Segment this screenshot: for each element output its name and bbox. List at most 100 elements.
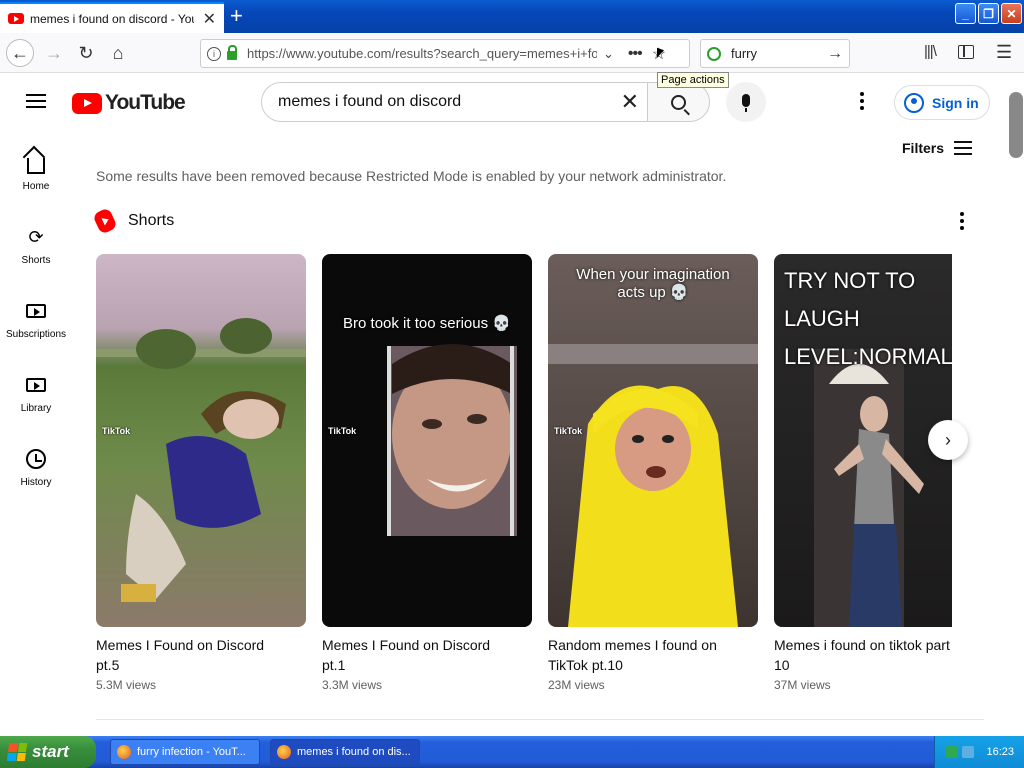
maximize-button[interactable]: ❐ [978, 3, 999, 24]
clock[interactable]: 16:23 [986, 746, 1014, 758]
volume-icon[interactable] [962, 746, 975, 758]
chevron-right-icon: › [945, 429, 951, 450]
account-icon [904, 92, 924, 113]
page-scrollbar[interactable] [1008, 74, 1024, 736]
section-divider [96, 719, 984, 720]
short-thumbnail[interactable]: Bro took it too serious 💀 TikTok [322, 254, 532, 627]
taskbar-item[interactable]: furry infection - YouT... [110, 739, 260, 765]
guide-item-shorts[interactable]: ⟳ Shorts [0, 212, 72, 286]
home-button[interactable]: ⌂ [104, 39, 132, 67]
thumbnail-art [548, 344, 758, 627]
sign-in-label: Sign in [932, 94, 979, 111]
home-icon [25, 152, 47, 174]
short-thumbnail[interactable]: TikTok [96, 254, 306, 627]
arrow-left-icon: ← [11, 42, 29, 63]
sign-in-button[interactable]: Sign in [894, 85, 990, 120]
short-views: 5.3M views [96, 678, 157, 692]
short-title[interactable]: Memes I Found on Discord pt.1 [322, 635, 532, 675]
library-icon [25, 374, 47, 396]
guide-label: History [20, 477, 52, 488]
hamburger-menu-icon[interactable]: ☰ [996, 42, 1012, 63]
tiktok-watermark: TikTok [102, 426, 131, 436]
search-input[interactable]: memes i found on discord ✕ [261, 82, 648, 122]
forward-button[interactable]: → [40, 39, 68, 67]
short-item[interactable]: When your imagination acts up 💀 TikTok R… [548, 254, 758, 692]
home-icon: ⌂ [112, 42, 124, 63]
page-actions-icon[interactable]: ••• [628, 45, 643, 63]
chevron-down-icon[interactable]: ⌄ [603, 46, 614, 62]
window-controls: _ ❐ ✕ [955, 3, 1022, 24]
library-icon[interactable]: |||\ [924, 43, 937, 60]
go-arrow-icon[interactable]: → [827, 45, 843, 63]
short-caption: TRY NOT TO LAUGH LEVEL:NORMAL [784, 268, 952, 369]
firefox-icon [117, 745, 131, 759]
taskbar-item-active[interactable]: memes i found on dis... [270, 739, 420, 765]
short-thumbnail[interactable]: When your imagination acts up 💀 TikTok [548, 254, 758, 627]
thumbnail-art [96, 318, 306, 602]
url-text[interactable]: https://www.youtube.com/results?search_q… [247, 46, 597, 61]
back-button[interactable]: ← [6, 39, 34, 67]
guide-label: Library [20, 403, 52, 414]
guide-item-history[interactable]: History [0, 434, 72, 508]
mouse-cursor-icon [657, 47, 664, 61]
shorts-title: Shorts [128, 212, 175, 229]
guide-sidebar: Home ⟳ Shorts Subscriptions Library Hist… [0, 138, 72, 508]
firefox-icon [277, 745, 291, 759]
windows-logo-icon [6, 743, 28, 761]
short-title[interactable]: Random memes I found on TikTok pt.10 [548, 635, 758, 675]
info-icon[interactable]: i [207, 46, 221, 61]
short-item[interactable]: TikTok Memes I Found on Discord pt.5 5.3… [96, 254, 306, 692]
short-caption: Bro took it too serious 💀 [343, 315, 511, 332]
guide-label: Subscriptions [5, 329, 67, 340]
shorts-more-icon[interactable] [960, 212, 964, 230]
sidebar-toggle-icon[interactable] [958, 45, 974, 59]
browser-search-input[interactable]: furry [731, 46, 827, 61]
shorts-header: Shorts [92, 207, 175, 235]
browser-tab[interactable]: memes i found on discord - YouTube ✕ [0, 2, 224, 33]
short-title[interactable]: Memes I Found on Discord pt.5 [96, 635, 306, 675]
guide-label: Shorts [21, 255, 51, 266]
guide-label: Home [22, 181, 50, 192]
short-views: 23M views [548, 678, 605, 692]
short-item[interactable]: TRY NOT TO LAUGH LEVEL:NORMAL Memes i fo… [774, 254, 952, 692]
filters-sliders-icon [954, 141, 973, 155]
clear-search-icon[interactable]: ✕ [621, 89, 639, 115]
close-tab-icon[interactable]: ✕ [203, 9, 216, 29]
search-engine-icon [707, 46, 721, 61]
search-query[interactable]: memes i found on discord [278, 93, 621, 111]
guide-menu-icon[interactable] [26, 94, 46, 108]
close-window-button[interactable]: ✕ [1001, 3, 1022, 24]
youtube-logo-text: YouTube [105, 91, 186, 114]
short-views: 37M views [774, 678, 831, 692]
restricted-mode-notice: Some results have been removed because R… [96, 168, 727, 184]
youtube-favicon-icon [8, 13, 24, 24]
search-button[interactable] [647, 82, 710, 122]
browser-search-bar[interactable]: furry → [700, 39, 850, 68]
scrollbar-thumb[interactable] [1009, 92, 1023, 158]
taskbar-item-label: furry infection - YouT... [137, 746, 246, 758]
voice-search-button[interactable] [726, 82, 766, 122]
new-tab-button[interactable]: + [230, 4, 243, 28]
minimize-button[interactable]: _ [955, 3, 976, 24]
reload-button[interactable]: ↻ [72, 39, 100, 67]
youtube-logo[interactable]: YouTube [72, 91, 186, 115]
network-icon[interactable] [946, 746, 959, 758]
short-thumbnail[interactable]: TRY NOT TO LAUGH LEVEL:NORMAL [774, 254, 952, 627]
shorts-logo-icon [92, 207, 118, 235]
start-button[interactable]: start [0, 736, 96, 768]
address-bar[interactable]: i https://www.youtube.com/results?search… [200, 39, 690, 68]
short-title[interactable]: Memes i found on tiktok part 10 [774, 635, 952, 675]
lock-icon[interactable] [227, 45, 237, 60]
shelf-next-button[interactable]: › [928, 420, 968, 460]
youtube-play-icon [72, 92, 102, 114]
filters-button[interactable]: Filters [902, 140, 973, 156]
filters-label: Filters [902, 140, 945, 156]
subscriptions-icon [25, 300, 47, 322]
guide-item-subscriptions[interactable]: Subscriptions [0, 286, 72, 360]
guide-item-home[interactable]: Home [0, 138, 72, 212]
short-item[interactable]: Bro took it too serious 💀 TikTok Memes I… [322, 254, 532, 692]
settings-more-icon[interactable] [860, 92, 864, 110]
shorts-shelf: TikTok Memes I Found on Discord pt.5 5.3… [96, 254, 952, 694]
guide-item-library[interactable]: Library [0, 360, 72, 434]
history-icon [25, 448, 47, 470]
